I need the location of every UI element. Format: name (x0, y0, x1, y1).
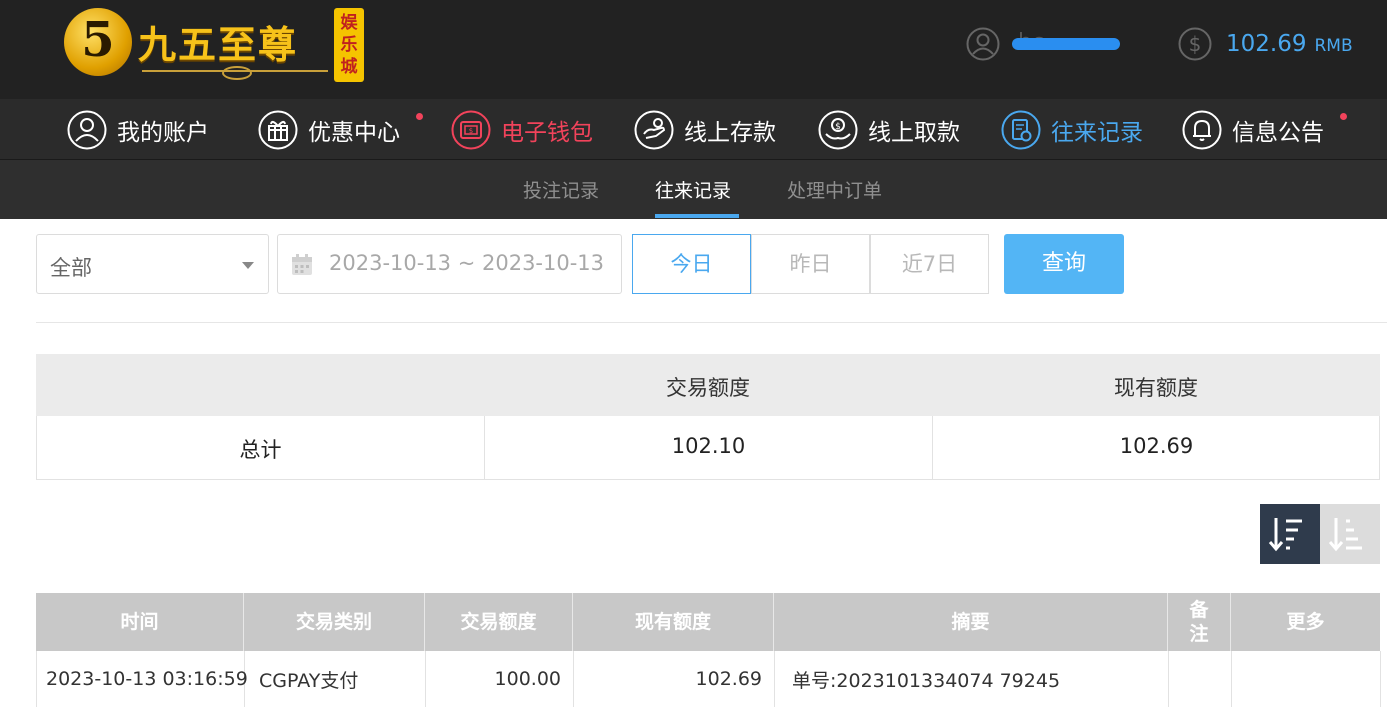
nav-label: 我的账户 (117, 120, 209, 146)
user-account[interactable]: bc (966, 26, 1120, 62)
gift-icon (258, 110, 298, 150)
logo-emblem: 5 (64, 8, 132, 76)
tab-bet-records[interactable]: 投注记录 (523, 176, 599, 203)
logo-digit: 5 (81, 12, 115, 68)
divider (36, 322, 1387, 323)
nav-label: 信息公告 (1232, 120, 1324, 146)
tab-pending-orders[interactable]: 处理中订单 (787, 176, 882, 203)
header-type[interactable]: 交易类别 (244, 593, 425, 651)
dollar-icon: $ (1178, 27, 1212, 61)
user-avatar-icon (966, 27, 1000, 61)
last-7-days-button[interactable]: 近7日 (870, 234, 989, 294)
logo-badge: 娱乐城 (334, 8, 364, 82)
calendar-icon (292, 254, 312, 275)
nav-transaction-records[interactable]: 往来记录 (1001, 109, 1143, 151)
sort-desc-icon (1260, 504, 1320, 564)
chevron-down-icon (242, 262, 254, 269)
nav-promotions[interactable]: 优惠中心 (258, 109, 423, 151)
sort-ascending-button[interactable] (1320, 504, 1380, 564)
top-header: 5 九五至尊 娱乐城 bc $ 102.69 RMB (0, 0, 1387, 99)
cell-time: 2023-10-13 03:16:59 (37, 651, 248, 707)
nav-label: 优惠中心 (308, 120, 400, 146)
nav-e-wallet[interactable]: $ 电子钱包 (451, 109, 593, 151)
nav-online-deposit[interactable]: 线上存款 (634, 109, 776, 151)
sub-nav: 投注记录 往来记录 处理中订单 (0, 160, 1387, 219)
user-icon (67, 110, 107, 150)
date-range-value: 2023-10-13 ~ 2023-10-13 (329, 251, 605, 275)
svg-text:$: $ (1189, 32, 1202, 56)
summary-header-current-amount: 现有额度 (1114, 376, 1198, 400)
type-select[interactable]: 全部 (36, 234, 269, 294)
yesterday-button[interactable]: 昨日 (751, 234, 870, 294)
withdraw-icon: $ (818, 110, 858, 150)
username: bc (1012, 30, 1120, 55)
today-button[interactable]: 今日 (632, 234, 751, 294)
header-note[interactable]: 备注 (1168, 593, 1231, 651)
header-time[interactable]: 时间 (36, 593, 244, 651)
logo-name: 九五至尊 (138, 22, 299, 67)
summary-header-trade-amount: 交易额度 (666, 376, 750, 400)
header-more[interactable]: 更多 (1231, 593, 1380, 651)
cell-type: CGPAY支付 (245, 651, 426, 707)
balance-value: 102.69 (1226, 31, 1307, 57)
svg-text:$: $ (835, 122, 841, 132)
summary-total-label: 总计 (239, 438, 282, 462)
nav-announcements[interactable]: 信息公告 (1182, 109, 1347, 151)
deposit-icon (634, 110, 674, 150)
summary-current-amount: 102.69 (1119, 434, 1194, 458)
cell-note (1169, 651, 1232, 707)
detail-table-header: 时间 交易类别 交易额度 现有额度 摘要 备注 更多 (36, 593, 1380, 651)
type-select-value: 全部 (50, 256, 92, 280)
date-range-input[interactable]: 2023-10-13 ~ 2023-10-13 (277, 234, 622, 294)
svg-text:$: $ (469, 127, 473, 135)
cell-summary: 单号:2023101334074 79245 (775, 651, 1169, 707)
summary-header: 交易额度 现有额度 (36, 354, 1380, 416)
sort-asc-icon (1320, 504, 1380, 564)
cell-balance: 102.69 (574, 651, 775, 707)
logo-badge-char: 城 (340, 57, 358, 77)
nav-label: 线上存款 (684, 120, 776, 146)
table-row[interactable]: 2023-10-13 03:16:59 CGPAY支付 100.00 102.6… (36, 651, 1381, 707)
nav-label: 电子钱包 (501, 120, 593, 146)
query-button[interactable]: 查询 (1004, 234, 1124, 294)
summary-row: 总计 102.10 102.69 (36, 416, 1380, 480)
new-badge-dot (1340, 113, 1347, 120)
bell-icon (1182, 110, 1222, 150)
sort-descending-button[interactable] (1260, 504, 1320, 564)
logo-badge-char: 乐 (340, 35, 358, 55)
new-badge-dot (416, 113, 423, 120)
nav-label: 往来记录 (1051, 120, 1143, 146)
logo-badge-char: 娱 (340, 13, 358, 33)
nav-online-withdraw[interactable]: $ 线上取款 (818, 109, 960, 151)
active-tab-underline (655, 214, 739, 218)
summary-trade-amount: 102.10 (671, 434, 746, 458)
cell-more[interactable] (1232, 651, 1381, 707)
nav-label: 线上取款 (868, 120, 960, 146)
logo-ornament (142, 66, 328, 80)
main-nav: 我的账户 优惠中心 $ 电子钱包 线上存款 $ 线上取款 往来记录 信息公告 (0, 99, 1387, 160)
nav-my-account[interactable]: 我的账户 (67, 109, 209, 151)
cell-amount: 100.00 (426, 651, 574, 707)
balance-unit: RMB (1314, 36, 1353, 56)
header-summary[interactable]: 摘要 (774, 593, 1168, 651)
username-text: bc (1018, 30, 1045, 55)
header-amount[interactable]: 交易额度 (425, 593, 573, 651)
site-logo[interactable]: 5 九五至尊 娱乐城 (64, 4, 364, 84)
tab-transaction-records[interactable]: 往来记录 (655, 176, 731, 203)
balance-display: $ 102.69 RMB (1178, 26, 1353, 62)
wallet-icon: $ (451, 110, 491, 150)
header-balance[interactable]: 现有额度 (573, 593, 774, 651)
records-icon (1001, 110, 1041, 150)
